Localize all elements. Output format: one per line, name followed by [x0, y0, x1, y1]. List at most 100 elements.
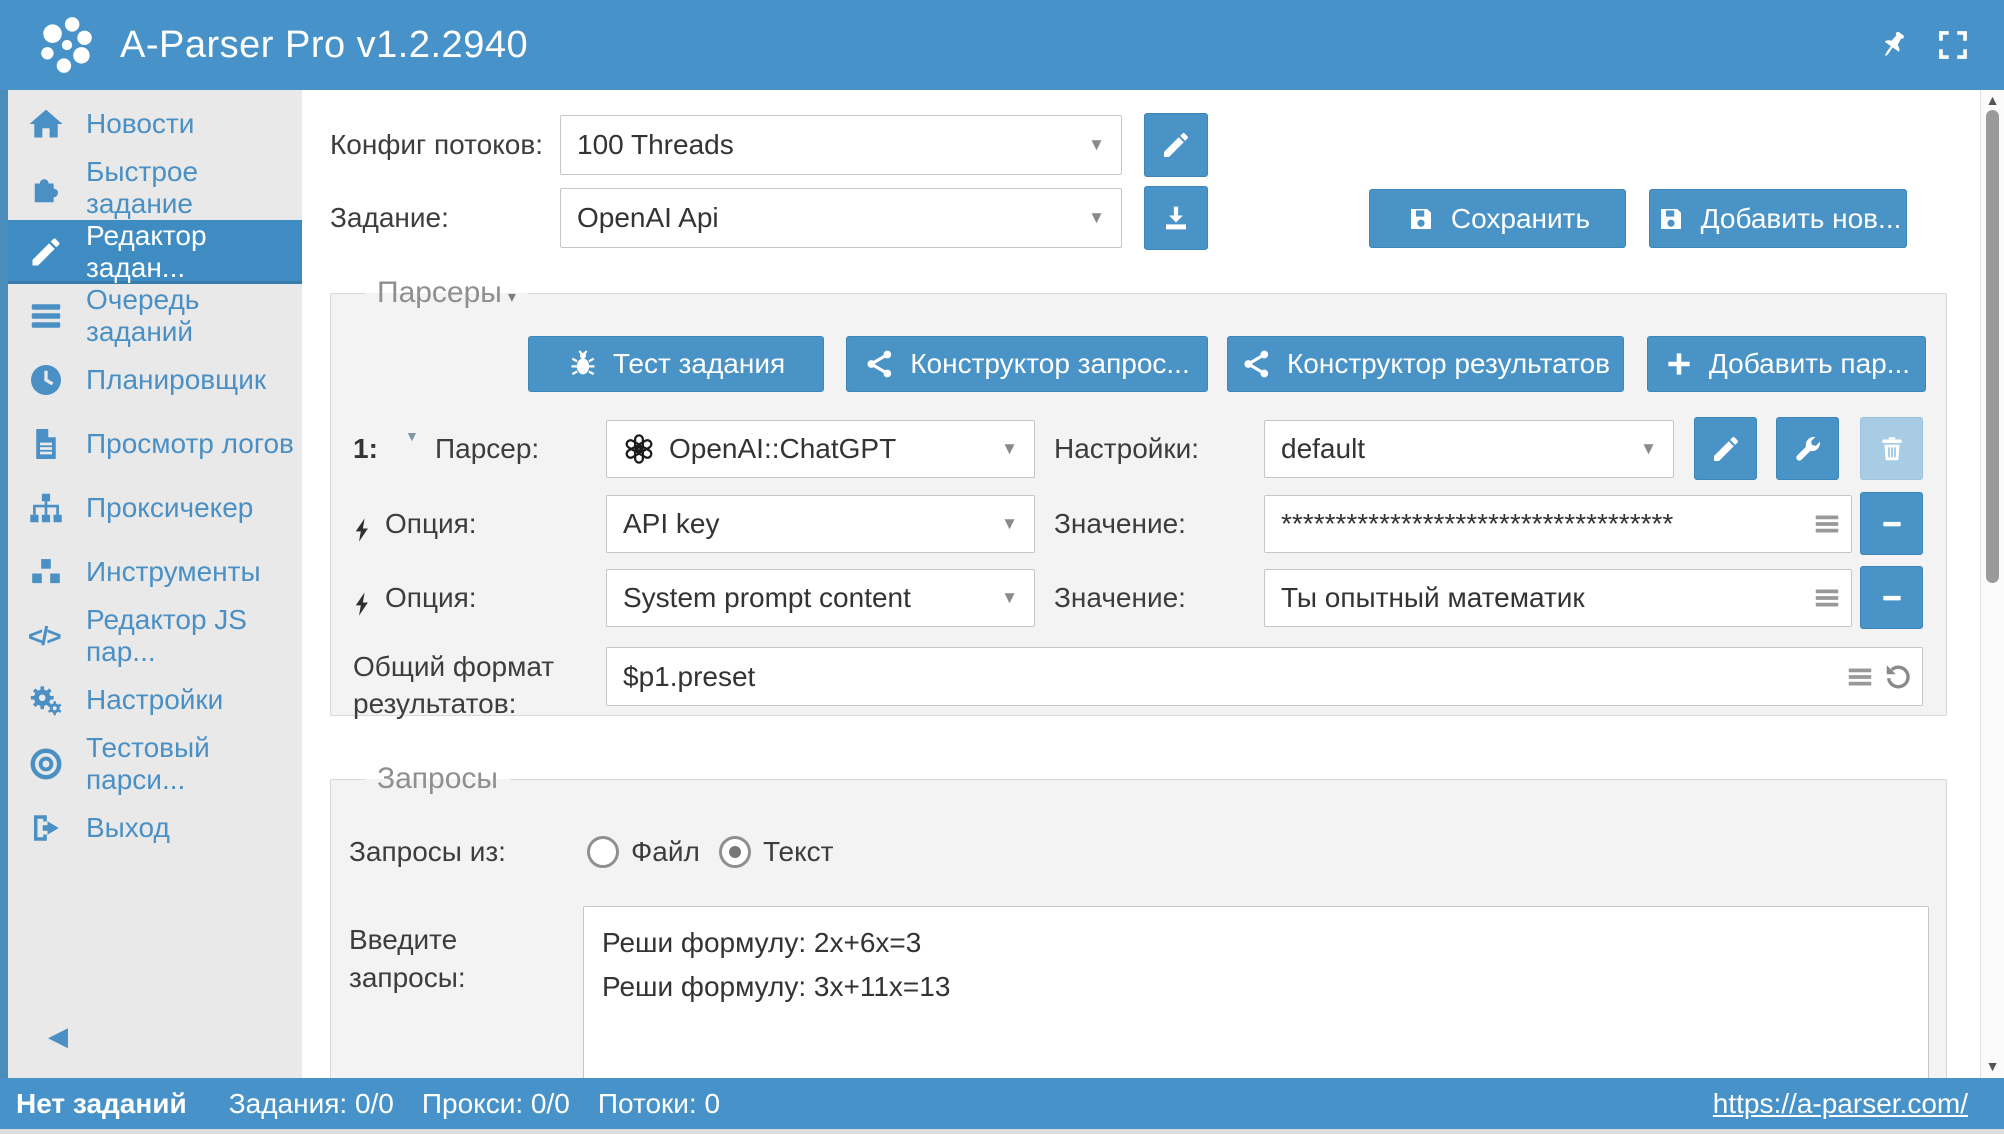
sidebar-item-task-editor[interactable]: Редактор задан... [8, 220, 302, 284]
chevron-down-icon: ▾ [508, 289, 516, 306]
parser-row-caret-icon[interactable]: ▼ [405, 428, 419, 444]
threads-config-value: 100 Threads [577, 129, 734, 161]
test-task-button[interactable]: Тест задания [528, 336, 824, 392]
settings-label: Настройки: [1054, 420, 1199, 478]
value-label: Значение: [1054, 495, 1186, 553]
sidebar-item-label: Инструменты [86, 556, 261, 588]
sidebar-item-quick-task[interactable]: Быстрое задание [8, 156, 302, 220]
sidebar-item-label: Очередь заданий [86, 284, 302, 348]
sidebar-item-label: Настройки [86, 684, 223, 716]
sidebar-item-label: Новости [86, 108, 194, 140]
queries-textarea[interactable]: Реши формулу: 2x+6x=3 Реши формулу: 3x+1… [583, 906, 1929, 1078]
save-button[interactable]: Сохранить [1369, 189, 1626, 248]
sidebar-item-test-parsing[interactable]: Тестовый парси... [8, 732, 302, 796]
share-icon [1241, 348, 1273, 380]
add-parser-label: Добавить пар... [1709, 348, 1910, 380]
radio-text[interactable] [719, 836, 751, 868]
parser-label: Парсер: [435, 420, 539, 478]
save-icon [1405, 203, 1437, 235]
download-task-button[interactable] [1144, 186, 1208, 250]
parser-row-index: 1: [353, 420, 378, 478]
status-text: Нет заданий [16, 1088, 187, 1120]
option-select-system-prompt[interactable]: System prompt content ▼ [606, 569, 1035, 627]
bug-icon [567, 348, 599, 380]
threads-config-label: Конфиг потоков: [330, 115, 543, 175]
sidebar-item-settings[interactable]: Настройки [8, 668, 302, 732]
sidebar-item-label: Редактор JS пар... [86, 604, 302, 668]
system-prompt-value-input[interactable] [1264, 569, 1852, 627]
pin-icon[interactable] [1876, 28, 1910, 62]
bolt-icon [349, 588, 377, 620]
scroll-up-icon[interactable]: ▲ [1981, 92, 2004, 108]
threads-config-select[interactable]: 100 Threads ▼ [560, 115, 1122, 175]
sidebar-item-scheduler[interactable]: Планировщик [8, 348, 302, 412]
fullscreen-icon[interactable] [1936, 28, 1970, 62]
sidebar-item-label: Просмотр логов [86, 428, 294, 460]
a-parser-logo-icon [34, 12, 100, 78]
option-select-api-key[interactable]: API key ▼ [606, 495, 1035, 553]
parsers-legend[interactable]: Парсеры▾ [365, 276, 528, 310]
result-builder-button[interactable]: Конструктор результатов [1227, 336, 1624, 392]
puzzle-icon [28, 170, 74, 206]
parser-settings-button[interactable] [1776, 417, 1839, 480]
api-key-value-input[interactable] [1264, 495, 1852, 553]
result-format-input[interactable] [606, 647, 1923, 706]
system-prompt-value-wrap [1264, 569, 1852, 627]
enter-queries-label: Введите запросы: [349, 921, 539, 997]
option-label: Опция: [385, 569, 477, 627]
query-builder-label: Конструктор запрос... [910, 348, 1189, 380]
remove-option-button[interactable] [1860, 566, 1923, 629]
value-list-icon[interactable] [1845, 662, 1875, 692]
delete-parser-button[interactable] [1860, 417, 1923, 480]
edit-settings-button[interactable] [1694, 417, 1757, 480]
task-select[interactable]: OpenAI Api ▼ [560, 188, 1122, 248]
value-list-icon[interactable] [1812, 509, 1842, 539]
add-new-button[interactable]: Добавить нов... [1649, 189, 1907, 248]
sidebar-item-proxy-checker[interactable]: Проксичекер [8, 476, 302, 540]
query-builder-button[interactable]: Конструктор запрос... [846, 336, 1208, 392]
test-task-label: Тест задания [613, 348, 785, 380]
sidebar-item-js-parser-editor[interactable]: </> Редактор JS пар... [8, 604, 302, 668]
a-parser-link[interactable]: https://a-parser.com/ [1713, 1088, 1968, 1120]
chevron-down-icon: ▼ [1640, 439, 1657, 459]
status-bar: Нет заданий Задания: 0/0 Прокси: 0/0 Пот… [0, 1078, 2004, 1134]
sidebar-item-exit[interactable]: Выход [8, 796, 302, 860]
status-threads: Потоки: 0 [598, 1088, 720, 1120]
status-tasks: Задания: 0/0 [229, 1088, 394, 1120]
value-list-icon[interactable] [1812, 583, 1842, 613]
openai-logo-icon [623, 433, 655, 465]
code-icon: </> [28, 618, 74, 654]
result-format-wrap [606, 647, 1923, 706]
sidebar-item-tools[interactable]: Инструменты [8, 540, 302, 604]
value-label: Значение: [1054, 569, 1186, 627]
parser-select[interactable]: OpenAI::ChatGPT ▼ [606, 420, 1035, 478]
sidebar-item-news[interactable]: Новости [8, 92, 302, 156]
edit-threads-config-button[interactable] [1144, 113, 1208, 177]
parser-value: OpenAI::ChatGPT [669, 433, 896, 465]
settings-value: default [1281, 433, 1365, 465]
chevron-down-icon: ▼ [1001, 514, 1018, 534]
sidebar-item-task-queue[interactable]: Очередь заданий [8, 284, 302, 348]
result-builder-label: Конструктор результатов [1287, 348, 1610, 380]
parsers-panel: Парсеры▾ Тест задания Конструктор запрос… [330, 276, 1947, 716]
radio-file-label: Файл [631, 832, 700, 872]
remove-option-button[interactable] [1860, 492, 1923, 555]
main-content: Конфиг потоков: 100 Threads ▼ Задание: O… [302, 90, 2004, 1078]
queries-panel: Запросы Запросы из: Файл Текст Введите з… [330, 762, 1947, 1078]
sidebar-collapse-icon[interactable]: ◀ [48, 1021, 68, 1052]
vertical-scrollbar[interactable]: ▲ ▼ [1980, 90, 2004, 1078]
radio-file[interactable] [587, 836, 619, 868]
home-icon [28, 106, 74, 142]
sidebar-item-log-viewer[interactable]: Просмотр логов [8, 412, 302, 476]
undo-icon[interactable] [1883, 662, 1913, 692]
wrench-icon [1792, 433, 1824, 465]
scroll-down-icon[interactable]: ▼ [1981, 1058, 2004, 1074]
sidebar-item-label: Проксичекер [86, 492, 253, 524]
add-parser-button[interactable]: Добавить пар... [1647, 336, 1926, 392]
bolt-icon [349, 514, 377, 546]
app-title: A-Parser Pro v1.2.2940 [120, 24, 528, 67]
scrollbar-thumb[interactable] [1986, 110, 1999, 583]
settings-select[interactable]: default ▼ [1264, 420, 1674, 478]
sidebar-item-label: Тестовый парси... [86, 732, 302, 796]
trash-icon [1876, 433, 1908, 465]
